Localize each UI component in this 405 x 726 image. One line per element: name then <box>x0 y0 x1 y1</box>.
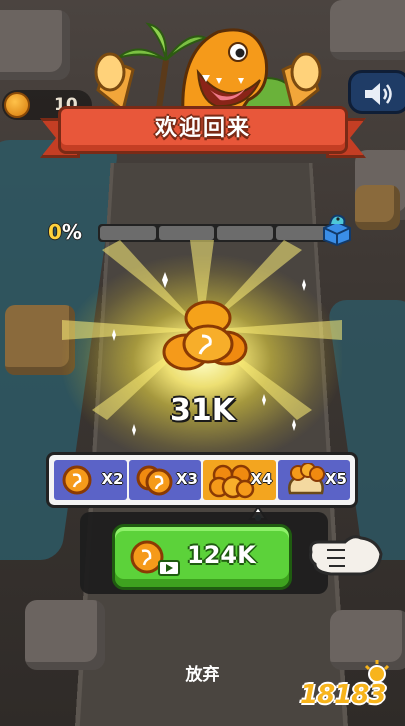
multiplier-option-x3[interactable]: X3 <box>128 460 201 500</box>
multiplier-label: X4 <box>250 470 273 488</box>
site-watermark-logo: 18183 <box>300 656 400 716</box>
multiplier-option-x4[interactable]: X4 <box>203 460 276 500</box>
multiplier-option-x5[interactable]: X5 <box>277 460 350 500</box>
coin-sack-icon <box>287 463 325 495</box>
coins-icon <box>136 465 172 496</box>
multiplier-selector: X2 X3 X4 X5 <box>46 452 358 508</box>
reward-amount: 31K <box>170 393 235 428</box>
hand-pointer-icon <box>309 535 383 576</box>
claim-amount: 124K <box>187 541 256 569</box>
coin-icon <box>62 465 92 495</box>
coin-icon <box>4 92 30 118</box>
video-ad-icon <box>130 540 180 576</box>
multiplier-label: X2 <box>101 470 124 488</box>
claim-ad-button[interactable]: 124K <box>112 524 292 590</box>
coin-pile-icon <box>162 300 248 371</box>
multiplier-option-x2[interactable]: X2 <box>54 460 127 500</box>
welcome-banner: 欢迎回来 <box>40 100 366 160</box>
speaker-icon <box>365 83 392 105</box>
coin-pile-icon <box>209 464 255 499</box>
multiplier-label: X3 <box>175 470 198 488</box>
multiplier-label: X5 <box>324 470 347 488</box>
sound-button[interactable] <box>348 70 405 114</box>
banner-title: 欢迎回来 <box>154 116 251 141</box>
